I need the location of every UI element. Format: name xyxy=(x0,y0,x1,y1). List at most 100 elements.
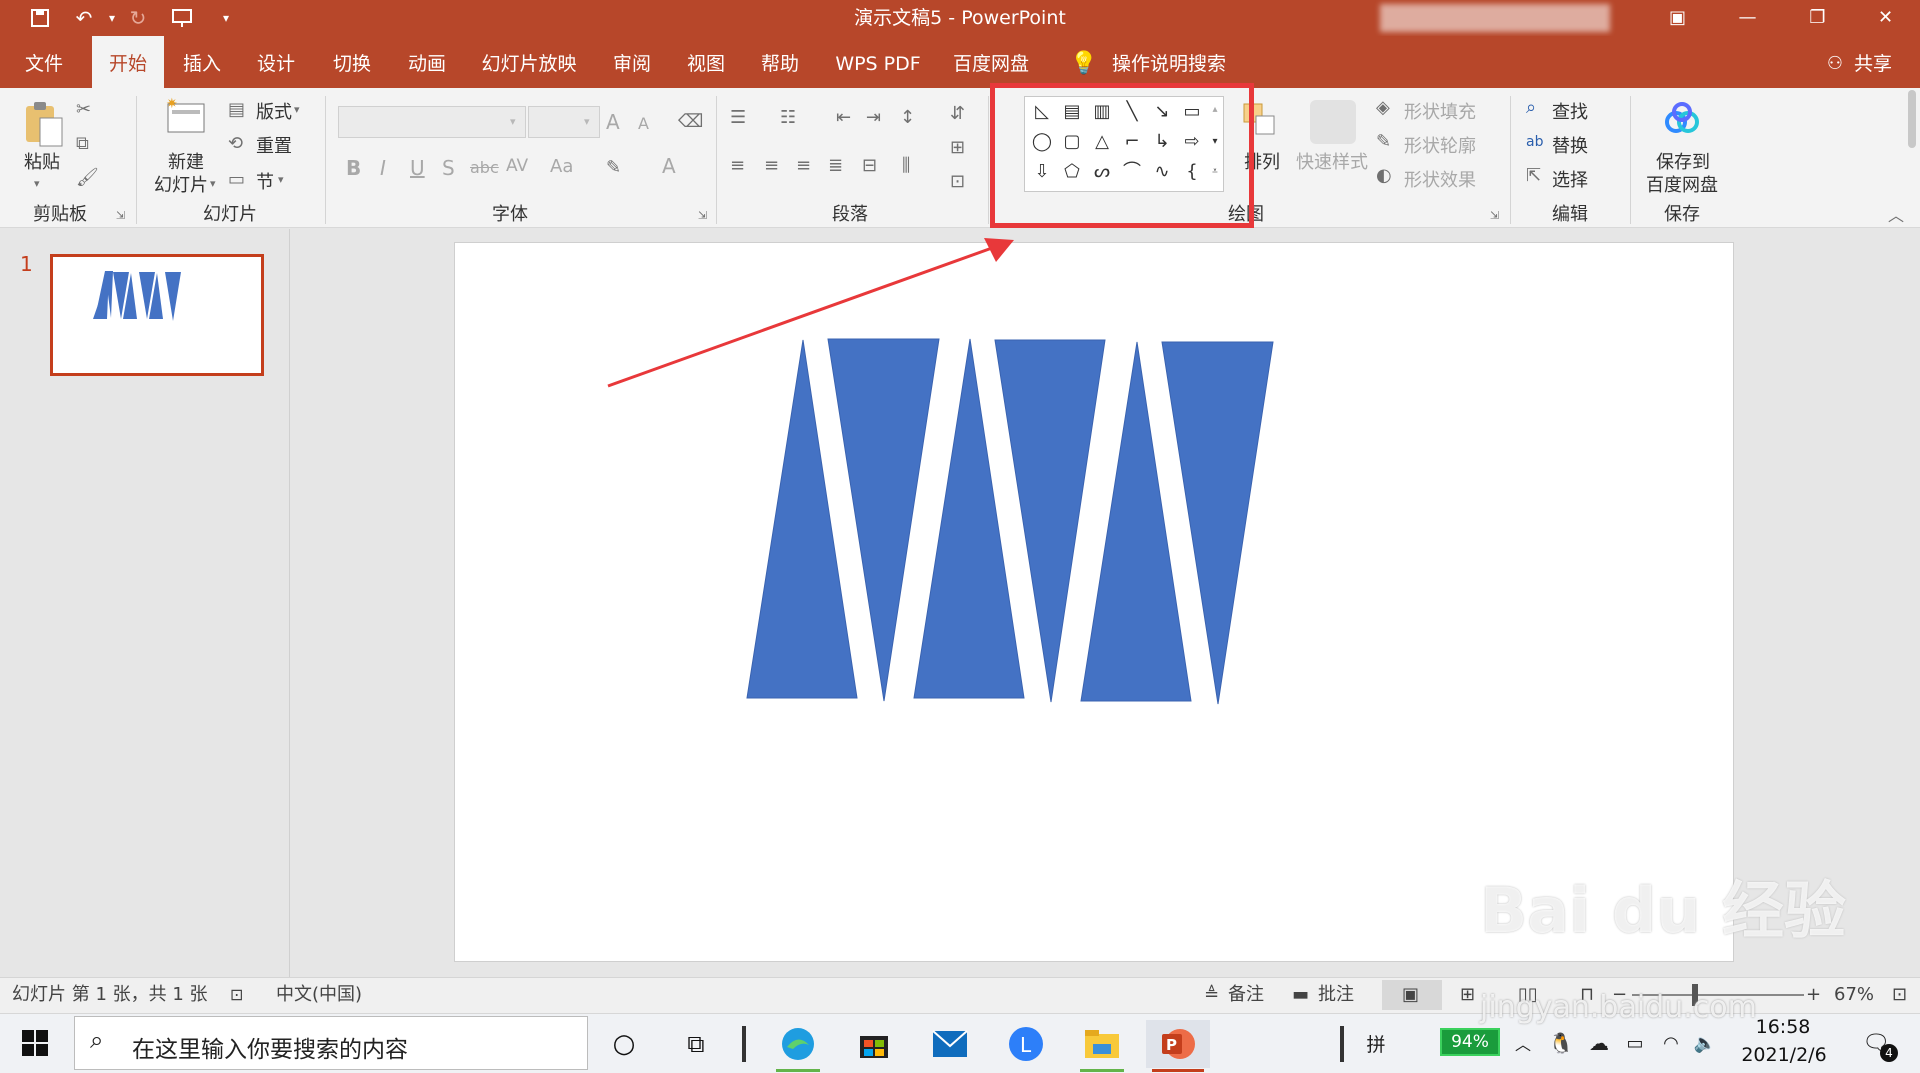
section-button[interactable]: 节 xyxy=(256,168,274,194)
shape-oval-icon[interactable]: ◯ xyxy=(1029,129,1055,155)
collapse-ribbon-icon[interactable]: ︿ xyxy=(1888,204,1904,228)
align-center-icon[interactable]: ≡ xyxy=(764,154,779,178)
tab-help[interactable]: 帮助 xyxy=(748,36,812,88)
gallery-scroll-up-icon[interactable]: ▴ xyxy=(1207,97,1223,123)
shape-freeform-icon[interactable]: ⬠ xyxy=(1059,159,1085,185)
text-direction-icon[interactable]: ⇵ xyxy=(950,102,965,126)
shape-fill-icon[interactable]: ◈ xyxy=(1376,96,1390,120)
grow-font-icon[interactable]: A xyxy=(606,110,620,134)
layout-button[interactable]: 版式 xyxy=(256,98,292,124)
drawing-launcher-icon[interactable]: ⇲ xyxy=(1490,204,1499,228)
shape-outline-icon[interactable]: ✎ xyxy=(1376,130,1391,154)
strikethrough-button[interactable]: abc xyxy=(470,158,499,177)
shape-rounded-rect-icon[interactable]: ▢ xyxy=(1059,129,1085,155)
shape-line-icon[interactable]: ╲ xyxy=(1119,99,1145,125)
shape-down-arrow-icon[interactable]: ⇩ xyxy=(1029,159,1055,185)
decrease-indent-icon[interactable]: ⇤ xyxy=(836,106,851,130)
shape-triangle-icon[interactable]: △ xyxy=(1089,129,1115,155)
justify-icon[interactable]: ≣ xyxy=(828,154,843,178)
customize-qat-icon[interactable]: ▾ xyxy=(212,4,240,32)
change-case-button[interactable]: Aa xyxy=(550,156,573,177)
section-dropdown-icon[interactable]: ▾ xyxy=(278,168,284,192)
tell-me-search[interactable]: 操作说明搜索 xyxy=(1104,36,1234,88)
ime-indicator[interactable]: 拼 xyxy=(1358,1013,1394,1073)
slide-sorter-icon[interactable]: ⊞ xyxy=(1460,977,1475,1013)
zoom-in-icon[interactable]: + xyxy=(1806,977,1821,1013)
tab-view[interactable]: 视图 xyxy=(674,36,738,88)
minimize-icon[interactable]: — xyxy=(1720,0,1775,36)
tab-file[interactable]: 文件 xyxy=(12,36,76,88)
reset-icon[interactable]: ⟲ xyxy=(228,132,243,156)
undo-icon[interactable]: ↶ xyxy=(70,4,98,32)
undo-dropdown-icon[interactable]: ▾ xyxy=(98,4,126,32)
tab-design[interactable]: 设计 xyxy=(244,36,308,88)
shape-arc-icon[interactable]: ⌒ xyxy=(1119,159,1145,185)
find-button[interactable]: 查找 xyxy=(1552,98,1588,124)
shape-textbox-icon[interactable]: ▤ xyxy=(1059,99,1085,125)
presentation-start-icon[interactable] xyxy=(168,4,196,32)
tab-home[interactable]: 开始 xyxy=(92,36,164,88)
paste-icon[interactable] xyxy=(18,98,68,152)
highlight-icon[interactable]: ✎ xyxy=(606,156,621,180)
lark-app-icon[interactable]: L xyxy=(998,1020,1054,1068)
cortana-icon[interactable]: ○ xyxy=(596,1020,652,1068)
section-icon[interactable]: ▭ xyxy=(228,168,245,192)
font-size-dropdown-icon[interactable]: ▾ xyxy=(584,110,590,134)
copy-icon[interactable]: ⧉ xyxy=(76,132,89,156)
shape-elbow-connector-icon[interactable]: ⌐ xyxy=(1119,129,1145,155)
restore-icon[interactable]: ❐ xyxy=(1790,0,1845,36)
store-icon[interactable] xyxy=(846,1020,902,1068)
underline-button[interactable]: U xyxy=(410,156,425,180)
comments-button[interactable]: 批注 xyxy=(1318,977,1354,1013)
save-icon[interactable] xyxy=(26,4,54,32)
new-slide-dropdown-icon[interactable]: ▾ xyxy=(210,172,216,196)
arrange-label[interactable]: 排列 xyxy=(1244,148,1280,174)
task-view-icon[interactable]: ⧉ xyxy=(668,1020,724,1068)
bold-button[interactable]: B xyxy=(346,156,361,180)
shape-rectangle-icon[interactable]: ▭ xyxy=(1179,99,1205,125)
align-left-icon[interactable]: ≡ xyxy=(730,154,745,178)
bullets-icon[interactable]: ☰ xyxy=(730,106,746,130)
numbering-icon[interactable]: ☷ xyxy=(780,106,796,130)
paste-label[interactable]: 粘贴 xyxy=(24,148,60,174)
edge-icon[interactable] xyxy=(770,1020,826,1072)
battery-percent-badge[interactable]: 94% xyxy=(1440,1028,1500,1056)
shapes-gallery[interactable]: ◺ ▤ ▥ ╲ ↘ ▭ ◯ ▢ △ ⌐ ↳ ⇨ ⇩ ⬠ ᔕ ⌒ ∿ { ▴ ▾ … xyxy=(1024,96,1224,192)
slide-thumbnail[interactable] xyxy=(50,254,264,376)
shape-effects-icon[interactable]: ◐ xyxy=(1376,164,1392,188)
windows-start-icon[interactable] xyxy=(22,1030,48,1056)
shape-brace-icon[interactable]: { xyxy=(1179,159,1205,185)
increase-indent-icon[interactable]: ⇥ xyxy=(866,106,881,130)
replace-icon[interactable]: ab xyxy=(1526,130,1543,154)
columns-icon[interactable]: ⫼ xyxy=(902,154,910,178)
new-slide-label-2[interactable]: 幻灯片 xyxy=(154,171,208,197)
align-right-icon[interactable]: ≡ xyxy=(796,154,811,178)
font-name-dropdown-icon[interactable]: ▾ xyxy=(510,110,516,134)
tab-animations[interactable]: 动画 xyxy=(395,36,459,88)
accessibility-icon[interactable]: ⊡ xyxy=(230,977,243,1013)
format-painter-icon[interactable]: 🖌 xyxy=(76,166,99,190)
shape-outline-button[interactable]: 形状轮廓 xyxy=(1404,132,1476,158)
shape-scribble-icon[interactable]: ᔕ xyxy=(1089,159,1115,185)
shape-right-arrow-icon[interactable]: ⇨ xyxy=(1179,129,1205,155)
mail-icon[interactable] xyxy=(922,1020,978,1068)
redo-icon[interactable]: ↻ xyxy=(124,4,152,32)
new-slide-icon[interactable]: ✷ xyxy=(164,96,208,140)
font-name-select[interactable] xyxy=(338,106,526,138)
shrink-font-icon[interactable]: A xyxy=(638,114,649,133)
layout-dropdown-icon[interactable]: ▾ xyxy=(294,98,300,122)
shape-right-triangle-icon[interactable]: ◺ xyxy=(1029,99,1055,125)
powerpoint-taskbar-icon[interactable]: P xyxy=(1146,1020,1210,1072)
file-explorer-icon[interactable] xyxy=(1074,1020,1130,1072)
gallery-scroll-down-icon[interactable]: ▾ xyxy=(1207,129,1223,155)
reset-button[interactable]: 重置 xyxy=(256,132,292,158)
select-button[interactable]: 选择 xyxy=(1552,166,1588,192)
gallery-more-icon[interactable]: ⩡ xyxy=(1207,159,1223,185)
close-icon[interactable]: ✕ xyxy=(1858,0,1913,36)
arrange-icon[interactable] xyxy=(1240,100,1280,140)
shape-vertical-textbox-icon[interactable]: ▥ xyxy=(1089,99,1115,125)
notifications-icon[interactable]: 🗨 xyxy=(1856,1013,1896,1073)
line-spacing-icon[interactable]: ↕ xyxy=(900,106,915,130)
shape-fill-button[interactable]: 形状填充 xyxy=(1404,98,1476,124)
layout-icon[interactable]: ▤ xyxy=(228,98,245,122)
